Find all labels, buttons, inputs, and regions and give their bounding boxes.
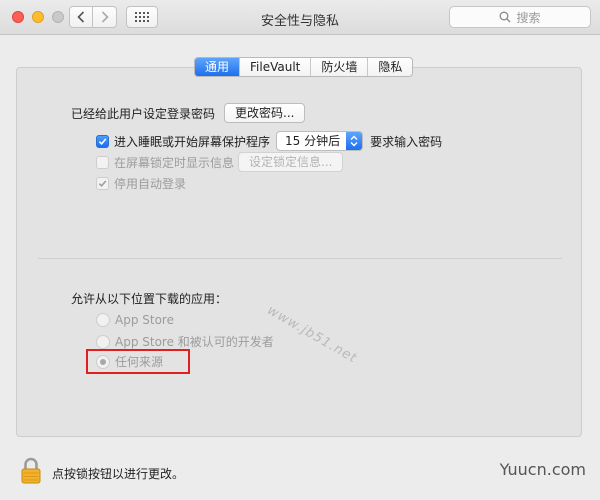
site-watermark: Yuucn.com <box>499 460 586 479</box>
password-row: 已经给此用户设定登录密码 更改密码... <box>71 103 306 123</box>
radio-app-store[interactable] <box>96 313 110 327</box>
password-set-label: 已经给此用户设定登录密码 <box>71 106 216 121</box>
password-delay-select[interactable]: 15 分钟后 <box>276 131 364 151</box>
disable-auto-login-checkbox[interactable] <box>96 177 109 190</box>
disable-auto-login-label: 停用自动登录 <box>114 177 187 191</box>
tab-filevault[interactable]: FileVault <box>239 58 310 76</box>
require-password-row: 进入睡眠或开始屏幕保护程序 15 分钟后 要求输入密码 <box>96 131 442 151</box>
section-divider <box>38 258 562 259</box>
watermark: www.jb51.net <box>264 303 360 367</box>
lock-hint-text: 点按锁按钮以进行更改。 <box>52 467 185 481</box>
disable-auto-login-row: 停用自动登录 <box>96 175 186 192</box>
show-message-row: 在屏幕锁定时显示信息 设定锁定信息... <box>96 152 344 172</box>
title-bar: 安全性与隐私 搜索 <box>0 0 600 35</box>
lock-icon[interactable] <box>21 457 41 484</box>
show-message-label: 在屏幕锁定时显示信息 <box>114 155 235 170</box>
checkmark-icon <box>98 137 107 145</box>
highlight-annotation <box>86 349 190 374</box>
password-delay-value: 15 分钟后 <box>285 134 341 148</box>
require-password-label: 进入睡眠或开始屏幕保护程序 <box>114 134 271 149</box>
updown-arrows-icon <box>346 132 363 150</box>
download-option-label: App Store 和被认可的开发者 <box>115 335 274 349</box>
tab-privacy[interactable]: 隐私 <box>367 58 412 76</box>
search-icon <box>500 11 511 23</box>
downloads-heading: 允许从以下位置下载的应用： <box>71 292 228 306</box>
require-password-suffix: 要求输入密码 <box>370 134 443 149</box>
tab-general[interactable]: 通用 <box>195 58 240 76</box>
change-password-button[interactable]: 更改密码... <box>224 103 306 123</box>
checkmark-icon <box>98 180 107 188</box>
require-password-checkbox[interactable] <box>96 134 109 148</box>
general-panel: 已经给此用户设定登录密码 更改密码... 进入睡眠或开始屏幕保护程序 15 分钟… <box>16 67 582 437</box>
search-placeholder: 搜索 <box>516 10 541 25</box>
search-field[interactable]: 搜索 <box>449 6 591 28</box>
tab-firewall[interactable]: 防火墙 <box>310 58 367 76</box>
download-option-identified[interactable]: App Store 和被认可的开发者 <box>96 333 274 350</box>
download-option-app-store[interactable]: App Store <box>96 313 174 327</box>
radio-identified-developers[interactable] <box>96 334 110 349</box>
set-lock-message-button[interactable]: 设定锁定信息... <box>238 152 344 172</box>
download-option-label: App Store <box>115 313 174 327</box>
show-message-checkbox[interactable] <box>96 155 109 169</box>
tab-bar: 通用 FileVault 防火墙 隐私 <box>194 57 414 77</box>
